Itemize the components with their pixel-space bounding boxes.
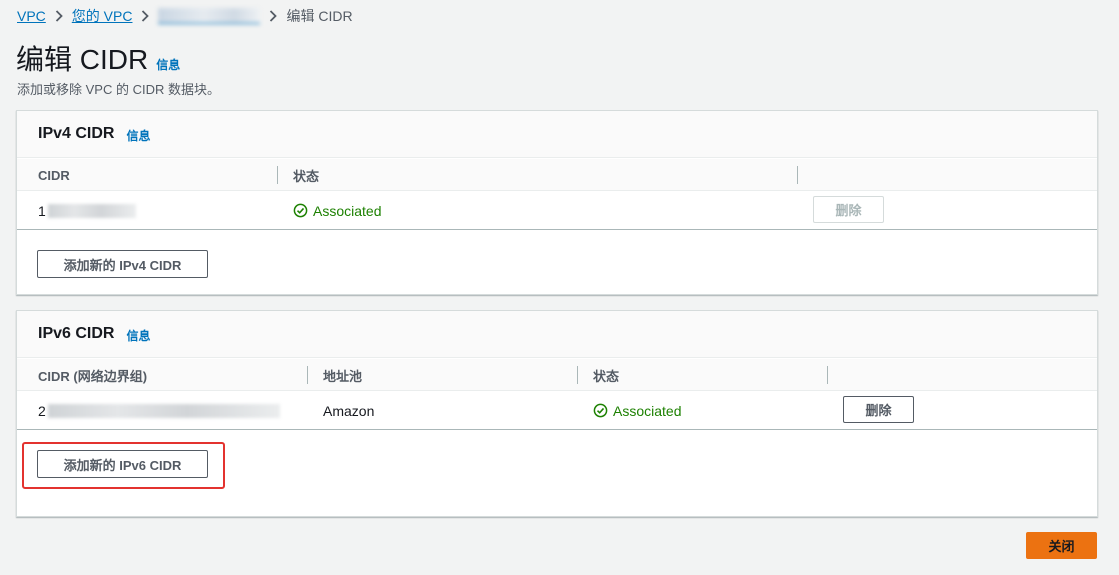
chevron-right-icon <box>46 10 72 22</box>
ipv4-table-header: CIDR 状态 <box>17 159 1097 191</box>
ipv4-panel-header: IPv4 CIDR 信息 <box>17 111 1097 158</box>
column-header-cidr: CIDR <box>38 167 70 183</box>
column-divider[interactable] <box>307 366 308 384</box>
ipv6-panel-title: IPv6 CIDR <box>38 325 115 342</box>
ipv6-panel-header: IPv6 CIDR 信息 <box>17 311 1097 358</box>
check-circle-icon <box>293 203 308 218</box>
page-title: 编辑 CIDR <box>16 44 149 75</box>
column-divider[interactable] <box>797 166 798 184</box>
ipv4-cidr-cell: 1 <box>38 191 136 230</box>
status-badge: Associated <box>593 391 681 430</box>
ipv6-table-header: CIDR (网络边界组) 地址池 状态 <box>17 359 1097 391</box>
page-info-link[interactable]: 信息 <box>156 56 180 73</box>
page-title-row: 编辑 CIDR 信息 <box>16 38 180 78</box>
ipv6-cidr-value: 2 <box>38 402 46 419</box>
breadcrumb-vpc-id-link[interactable] <box>158 8 261 24</box>
table-row: 1 Associated 删除 <box>17 191 1097 230</box>
ipv4-cidr-panel: IPv4 CIDR 信息 CIDR 状态 1 Associated 删除 添加新… <box>16 110 1098 295</box>
ipv4-panel-title: IPv4 CIDR <box>38 125 115 142</box>
breadcrumb-current: 编辑 CIDR <box>286 8 353 24</box>
ipv6-info-link[interactable]: 信息 <box>126 327 150 344</box>
ipv4-info-link[interactable]: 信息 <box>126 127 150 144</box>
status-badge: Associated <box>293 191 381 230</box>
check-circle-icon <box>593 403 608 418</box>
column-header-address-pool: 地址池 <box>323 368 363 384</box>
column-divider[interactable] <box>577 366 578 384</box>
redacted-value <box>47 203 136 218</box>
column-divider[interactable] <box>277 166 278 184</box>
ipv6-pool-cell: Amazon <box>323 402 375 419</box>
ipv6-cidr-panel: IPv6 CIDR 信息 CIDR (网络边界组) 地址池 状态 2 Amazo… <box>16 310 1098 517</box>
add-ipv4-cidr-button[interactable]: 添加新的 IPv4 CIDR <box>37 250 208 278</box>
breadcrumb-vpc-link[interactable]: VPC <box>17 8 46 24</box>
ipv4-delete-button[interactable]: 删除 <box>813 196 884 223</box>
close-button[interactable]: 关闭 <box>1026 532 1097 559</box>
table-row: 2 Amazon Associated 删除 <box>17 391 1097 430</box>
column-header-status: 状态 <box>593 368 620 384</box>
chevron-right-icon <box>260 10 286 22</box>
breadcrumb-your-vpcs-link[interactable]: 您的 VPC <box>72 6 133 26</box>
column-header-cidr-network-border-group: CIDR (网络边界组) <box>38 368 148 384</box>
page-description: 添加或移除 VPC 的 CIDR 数据块。 <box>17 82 220 97</box>
column-divider[interactable] <box>827 366 828 384</box>
chevron-right-icon <box>132 10 158 22</box>
ipv6-cidr-cell: 2 <box>38 391 280 430</box>
status-text: Associated <box>313 202 382 219</box>
redacted-value <box>47 403 280 418</box>
add-ipv6-cidr-button[interactable]: 添加新的 IPv6 CIDR <box>37 450 208 478</box>
ipv4-cidr-value: 1 <box>38 202 46 219</box>
status-text: Associated <box>613 402 682 419</box>
ipv6-delete-button[interactable]: 删除 <box>843 396 914 423</box>
breadcrumb: VPC 您的 VPC 编辑 CIDR <box>17 7 353 25</box>
column-header-status: 状态 <box>293 168 320 184</box>
